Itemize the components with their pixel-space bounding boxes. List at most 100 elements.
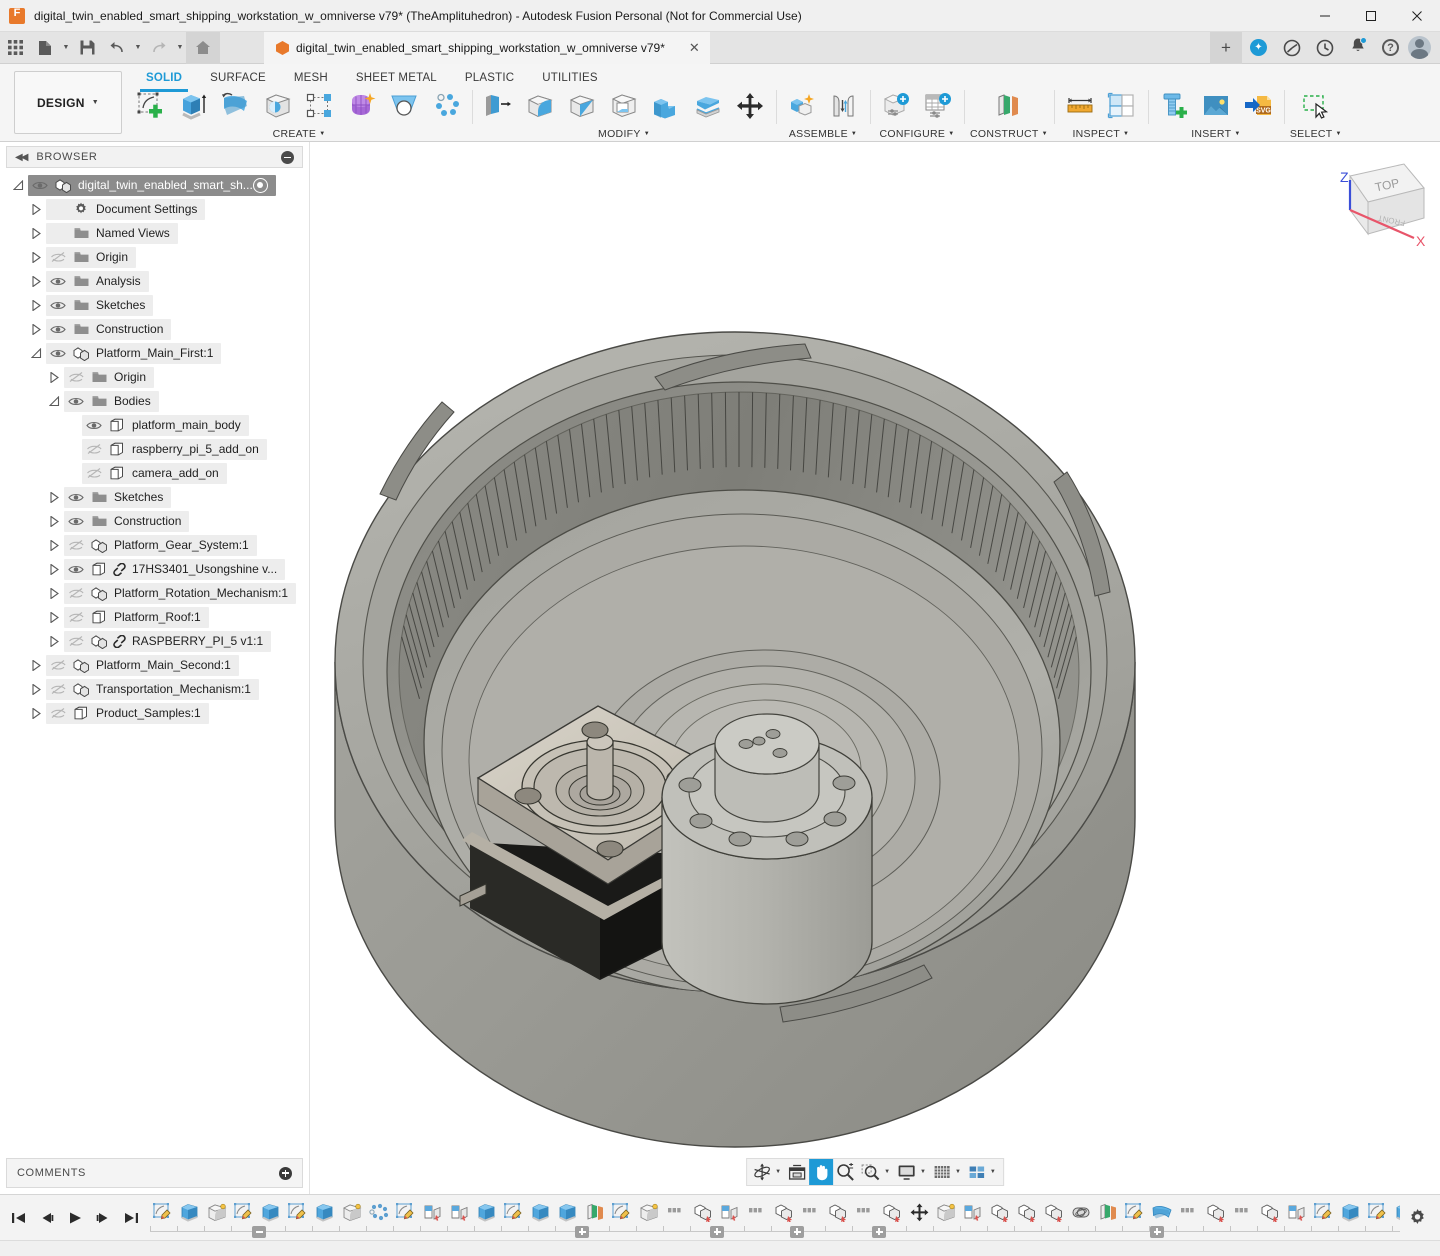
- timeline-track[interactable]: [150, 1198, 1400, 1238]
- timeline-feature-sketch[interactable]: [231, 1198, 258, 1228]
- display-settings-caret-icon[interactable]: ▼: [919, 1169, 930, 1175]
- tree-item-digital-twin-enabled-smart-sh[interactable]: digital_twin_enabled_smart_sh...: [0, 173, 309, 197]
- eye-hidden-icon[interactable]: [64, 539, 88, 551]
- data-panel-icon[interactable]: [1275, 32, 1308, 64]
- insert-mcmaster-icon[interactable]: [1154, 88, 1194, 124]
- close-button[interactable]: [1394, 0, 1440, 32]
- eye-hidden-icon[interactable]: [64, 587, 88, 599]
- tree-item-row[interactable]: Sketches: [46, 295, 153, 316]
- redo-caret-icon[interactable]: ▼: [174, 44, 186, 51]
- panel-select-label[interactable]: SELECT▼: [1290, 128, 1342, 140]
- tree-twisty-closed-icon[interactable]: [44, 636, 64, 647]
- activate-component-radio[interactable]: [253, 178, 268, 193]
- tree-item-row[interactable]: camera_add_on: [82, 463, 227, 484]
- panel-configure-label[interactable]: CONFIGURE▼: [880, 128, 955, 140]
- timeline-group-5[interactable]: [1150, 1226, 1164, 1238]
- timeline-feature-fillet[interactable]: [204, 1198, 231, 1228]
- timeline-feature-combine[interactable]: [1203, 1198, 1230, 1228]
- insert-svg-icon[interactable]: SVG: [1238, 88, 1278, 124]
- undo-icon[interactable]: [102, 32, 132, 64]
- tree-twisty-open-icon[interactable]: [8, 180, 28, 191]
- redo-icon[interactable]: [144, 32, 174, 64]
- tree-item-row[interactable]: digital_twin_enabled_smart_sh...: [28, 175, 276, 196]
- fillet-icon[interactable]: [520, 88, 560, 124]
- timeline-feature-hole[interactable]: [744, 1198, 771, 1228]
- tree-twisty-closed-icon[interactable]: [44, 612, 64, 623]
- timeline-feature-sketch[interactable]: [1311, 1198, 1338, 1228]
- tree-twisty-closed-icon[interactable]: [44, 588, 64, 599]
- tree-item-bodies[interactable]: Bodies: [0, 389, 309, 413]
- tree-twisty-closed-icon[interactable]: [44, 492, 64, 503]
- 3d-viewport[interactable]: TOP FRONT Z X ▼: [310, 142, 1440, 1194]
- tab-mesh[interactable]: MESH: [280, 69, 342, 88]
- tree-twisty-closed-icon[interactable]: [26, 300, 46, 311]
- document-tab[interactable]: digital_twin_enabled_smart_shipping_work…: [264, 32, 710, 64]
- tree-item-row[interactable]: Named Views: [46, 223, 178, 244]
- eye-visible-icon[interactable]: [64, 564, 88, 575]
- configuration-table-icon[interactable]: [918, 88, 958, 124]
- panel-insert-label[interactable]: INSERT▼: [1191, 128, 1240, 140]
- tree-twisty-closed-icon[interactable]: [44, 516, 64, 527]
- orbit-caret-icon[interactable]: ▼: [774, 1169, 785, 1175]
- tree-item-platform-main-body[interactable]: platform_main_body: [0, 413, 309, 437]
- press-pull-icon[interactable]: [478, 88, 518, 124]
- timeline-feature-extrude[interactable]: [312, 1198, 339, 1228]
- eye-hidden-icon[interactable]: [64, 611, 88, 623]
- grid-snaps-icon[interactable]: [930, 1159, 954, 1185]
- tree-twisty-closed-icon[interactable]: [44, 372, 64, 383]
- timeline-feature-extrude[interactable]: [1392, 1198, 1400, 1228]
- view-cube[interactable]: TOP FRONT Z X: [1306, 156, 1434, 272]
- timeline-group-4[interactable]: [872, 1226, 886, 1238]
- tree-item-row[interactable]: Platform_Main_First:1: [46, 343, 221, 364]
- eye-visible-icon[interactable]: [28, 180, 52, 191]
- timeline-feature-extrude[interactable]: [528, 1198, 555, 1228]
- home-icon[interactable]: [186, 32, 220, 64]
- tree-twisty-closed-icon[interactable]: [26, 708, 46, 719]
- tree-item-raspberry-pi-5-add-on[interactable]: raspberry_pi_5_add_on: [0, 437, 309, 461]
- tree-item-raspberry-pi-5-v1-1[interactable]: RASPBERRY_PI_5 v1:1: [0, 629, 309, 653]
- play-button[interactable]: [62, 1203, 88, 1233]
- timeline-group-3[interactable]: [790, 1226, 804, 1238]
- tree-item-construction[interactable]: Construction: [0, 509, 309, 533]
- extensions-icon[interactable]: [1242, 32, 1275, 64]
- timeline-feature-extrude[interactable]: [555, 1198, 582, 1228]
- tree-twisty-closed-icon[interactable]: [26, 684, 46, 695]
- timeline-feature-hole[interactable]: [663, 1198, 690, 1228]
- tree-item-row[interactable]: Platform_Gear_System:1: [64, 535, 257, 556]
- tree-item-row[interactable]: Sketches: [64, 487, 171, 508]
- display-settings-icon[interactable]: [894, 1159, 919, 1185]
- tree-item-row[interactable]: Bodies: [64, 391, 159, 412]
- eye-visible-icon[interactable]: [64, 516, 88, 527]
- select-window-icon[interactable]: [1296, 88, 1336, 124]
- eye-visible-icon[interactable]: [46, 276, 70, 287]
- new-document-icon[interactable]: [30, 32, 60, 64]
- notifications-icon[interactable]: [1341, 32, 1374, 64]
- timeline-feature-revolve[interactable]: [1149, 1198, 1176, 1228]
- eye-hidden-icon[interactable]: [82, 467, 106, 479]
- offset-plane-icon[interactable]: [989, 88, 1029, 124]
- go-to-end-button[interactable]: [118, 1203, 144, 1233]
- step-forward-button[interactable]: [90, 1203, 116, 1233]
- tree-item-row[interactable]: Transportation_Mechanism:1: [46, 679, 259, 700]
- tree-twisty-closed-icon[interactable]: [26, 324, 46, 335]
- timeline-feature-fillet[interactable]: [933, 1198, 960, 1228]
- timeline-feature-plane[interactable]: [1095, 1198, 1122, 1228]
- timeline-feature-mirror[interactable]: [717, 1198, 744, 1228]
- timeline-feature-extrude[interactable]: [474, 1198, 501, 1228]
- pattern-icon[interactable]: [426, 88, 466, 124]
- timeline-feature-sketch[interactable]: [1365, 1198, 1392, 1228]
- timeline-feature-combine[interactable]: [1257, 1198, 1284, 1228]
- tree-twisty-closed-icon[interactable]: [26, 276, 46, 287]
- tree-item-row[interactable]: platform_main_body: [82, 415, 249, 436]
- eye-hidden-icon[interactable]: [46, 659, 70, 671]
- timeline-feature-combine[interactable]: [825, 1198, 852, 1228]
- tree-twisty-closed-icon[interactable]: [26, 228, 46, 239]
- new-tab-button[interactable]: +: [1210, 32, 1242, 64]
- move-copy-icon[interactable]: [730, 88, 770, 124]
- timeline-feature-sketch[interactable]: [1122, 1198, 1149, 1228]
- timeline-feature-combine[interactable]: [879, 1198, 906, 1228]
- eye-visible-icon[interactable]: [64, 396, 88, 407]
- save-icon[interactable]: [72, 32, 102, 64]
- timeline-group-1[interactable]: [575, 1226, 589, 1238]
- create-sketch-icon[interactable]: [132, 88, 172, 124]
